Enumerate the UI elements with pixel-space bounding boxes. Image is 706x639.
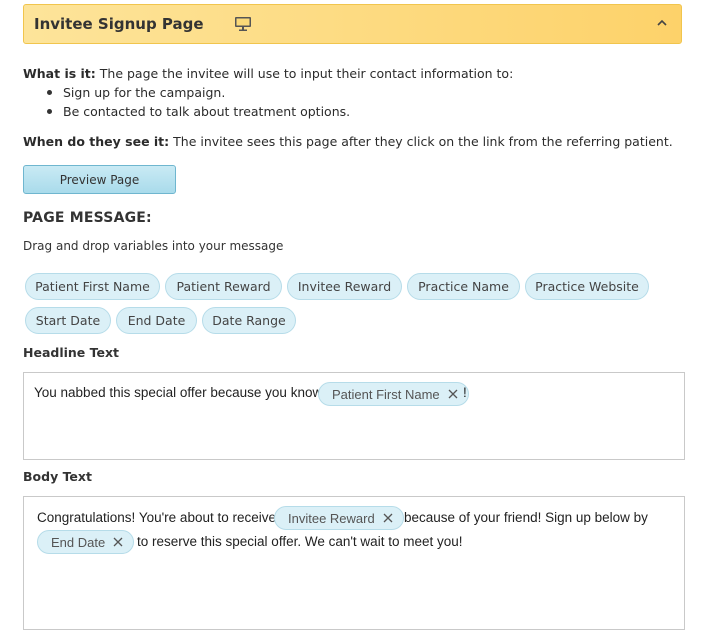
remove-token-icon[interactable] (113, 537, 123, 547)
variable-chip-end-date[interactable]: End Date (116, 307, 197, 334)
what-is-it-text: What is it: The page the invitee will us… (23, 64, 513, 83)
list-item: Sign up for the campaign. (47, 83, 350, 102)
drag-drop-hint: Drag and drop variables into your messag… (23, 239, 284, 253)
variable-chip-start-date[interactable]: Start Date (25, 307, 111, 334)
variable-chip-invitee-reward[interactable]: Invitee Reward (287, 273, 402, 300)
variable-chip-date-range[interactable]: Date Range (202, 307, 296, 334)
variable-chip-patient-reward[interactable]: Patient Reward (165, 273, 282, 300)
headline-text-label: Headline Text (23, 345, 120, 360)
headline-text-before: You nabbed this special offer because yo… (34, 385, 323, 400)
body-token-end-date[interactable]: End Date (37, 530, 135, 554)
chevron-up-icon[interactable] (656, 17, 668, 29)
remove-token-icon[interactable] (383, 513, 393, 523)
what-is-it-description: The page the invitee will use to input t… (95, 66, 514, 81)
body-text-line2: to reserve this special offer. We can't … (137, 534, 463, 549)
body-text-line1-after: because of your friend! Sign up below by (404, 510, 648, 525)
body-text-label: Body Text (23, 469, 92, 484)
panel-title: Invitee Signup Page (34, 15, 204, 33)
when-description: The invitee sees this page after they cl… (169, 134, 673, 149)
list-item: Be contacted to talk about treatment opt… (47, 102, 350, 121)
variable-chip-patient-first-name[interactable]: Patient First Name (25, 273, 160, 300)
headline-text-after: ! (463, 385, 467, 400)
headline-text-editor[interactable]: You nabbed this special offer because yo… (23, 372, 685, 460)
headline-token-patient-first-name[interactable]: Patient First Name (318, 382, 469, 406)
variable-chip-practice-website[interactable]: Practice Website (525, 273, 649, 300)
remove-token-icon[interactable] (448, 389, 458, 399)
when-text: When do they see it: The invitee sees th… (23, 132, 673, 151)
collapsible-panel-header[interactable]: Invitee Signup Page (23, 4, 682, 44)
token-label: End Date (51, 534, 106, 550)
purpose-list: Sign up for the campaign. Be contacted t… (47, 83, 350, 121)
desktop-monitor-icon (234, 16, 252, 32)
preview-page-button[interactable]: Preview Page (23, 165, 176, 194)
body-text-line1-before: Congratulations! You're about to receive (37, 510, 276, 525)
variable-chip-practice-name[interactable]: Practice Name (407, 273, 520, 300)
token-label: Patient First Name (332, 386, 440, 402)
what-is-it-label: What is it: (23, 66, 96, 81)
token-label: Invitee Reward (288, 510, 375, 526)
page-message-title: PAGE MESSAGE: (23, 210, 152, 226)
when-label: When do they see it: (23, 134, 170, 149)
body-text-editor[interactable]: Congratulations! You're about to receive… (23, 496, 685, 630)
body-token-invitee-reward[interactable]: Invitee Reward (274, 506, 404, 530)
